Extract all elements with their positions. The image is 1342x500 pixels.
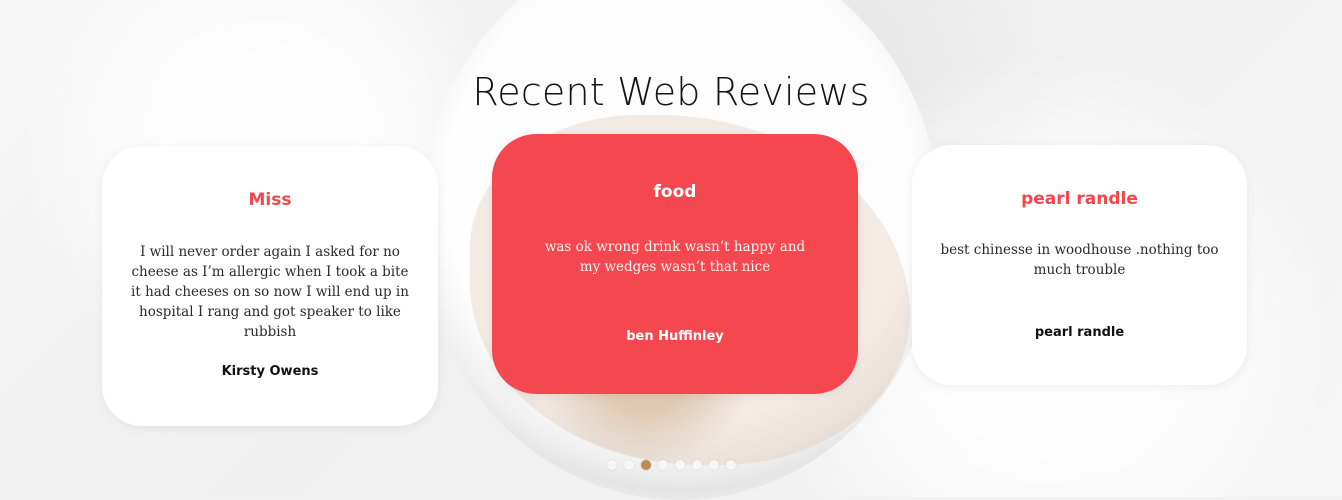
carousel-dot[interactable] bbox=[725, 460, 736, 470]
review-card-center: food was ok wrong drink wasn’t happy and… bbox=[492, 134, 858, 394]
review-author: pearl randle bbox=[1034, 325, 1125, 340]
review-title: Miss bbox=[248, 190, 292, 210]
review-author: ben Huffinley bbox=[626, 329, 724, 344]
carousel-dot[interactable] bbox=[674, 460, 685, 470]
carousel-dot[interactable] bbox=[691, 460, 702, 470]
review-author: Kirsty Owens bbox=[221, 364, 319, 379]
carousel-dot[interactable] bbox=[623, 460, 634, 470]
review-card-right: pearl randle best chinesse in woodhouse … bbox=[912, 145, 1247, 385]
carousel-dot[interactable] bbox=[708, 460, 719, 470]
review-title: pearl randle bbox=[1021, 189, 1138, 209]
carousel-pagination bbox=[0, 460, 1342, 470]
review-text: was ok wrong drink wasn’t happy and my w… bbox=[544, 239, 806, 275]
review-text: best chinesse in woodhouse .nothing too … bbox=[940, 242, 1219, 278]
review-title: food bbox=[653, 182, 697, 202]
carousel-dot[interactable] bbox=[640, 460, 651, 470]
section-title: Recent Web Reviews bbox=[472, 70, 870, 114]
review-text: I will never order again I asked for no … bbox=[131, 244, 409, 340]
review-card-left: Miss I will never order again I asked fo… bbox=[102, 146, 438, 426]
carousel-dot[interactable] bbox=[606, 460, 617, 470]
carousel-dot[interactable] bbox=[657, 460, 668, 470]
